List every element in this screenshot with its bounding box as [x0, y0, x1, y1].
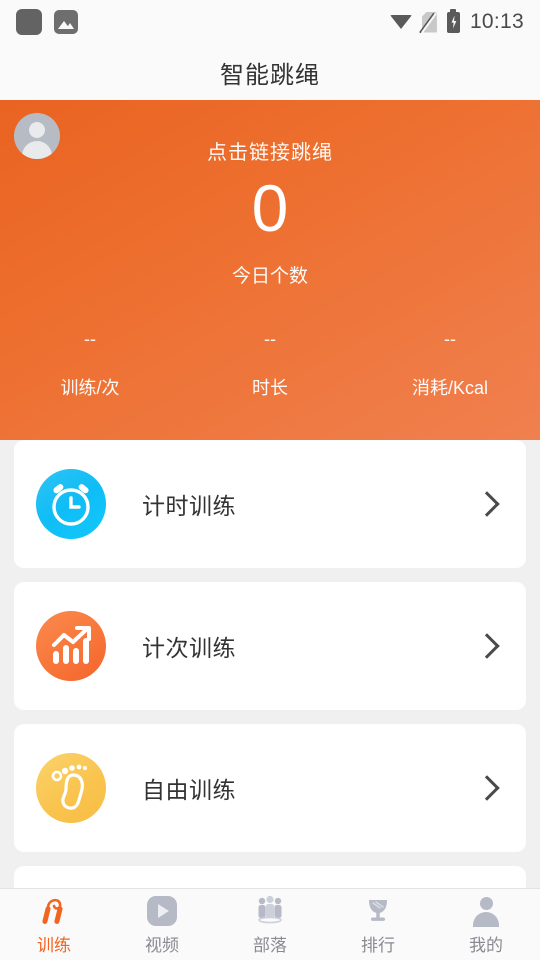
people-group-icon [253, 894, 287, 928]
training-card-count[interactable]: 计次训练 [14, 582, 526, 710]
status-bar-right: 10:13 [389, 8, 524, 34]
bottom-nav[interactable]: 训练 视频 部落 排行 我的 [0, 888, 540, 960]
wifi-icon [389, 14, 412, 30]
nav-item-mine[interactable]: 我的 [432, 894, 540, 956]
training-card-next-partial[interactable] [14, 866, 526, 888]
status-bar-clock: 10:13 [469, 10, 524, 33]
status-bar-left [16, 9, 78, 35]
trophy-icon [361, 894, 395, 928]
play-icon [145, 894, 179, 928]
stat-duration: -- 时长 [180, 330, 360, 400]
footprint-icon [36, 753, 106, 823]
connect-rope-link[interactable]: 点击链接跳绳 [0, 100, 540, 165]
jump-rope-icon [37, 894, 71, 928]
today-count-label: 今日个数 [231, 265, 308, 287]
chevron-right-icon[interactable] [474, 491, 500, 517]
stat-calories-label: 消耗/Kcal [411, 378, 489, 398]
nav-item-training[interactable]: 训练 [0, 894, 108, 956]
training-card-count-label: 计次训练 [142, 635, 236, 661]
alarm-clock-icon [36, 469, 106, 539]
stat-calories: -- 消耗/Kcal [360, 330, 540, 400]
nav-item-ranking-label: 排行 [361, 935, 395, 955]
no-sim-icon [419, 11, 437, 33]
training-card-free[interactable]: 自由训练 [14, 724, 526, 852]
nav-item-ranking[interactable]: 排行 [324, 894, 432, 956]
stat-duration-value: -- [264, 329, 276, 349]
page-title: 智能跳绳 [220, 61, 320, 89]
nav-item-mine-label: 我的 [469, 935, 503, 955]
chevron-right-icon[interactable] [474, 775, 500, 801]
nav-item-training-label: 训练 [37, 935, 71, 955]
bar-chart-trend-icon [36, 611, 106, 681]
training-card-timed[interactable]: 计时训练 [14, 440, 526, 568]
nav-item-tribe[interactable]: 部落 [216, 894, 324, 956]
stat-trainings-label: 训练/次 [60, 378, 120, 398]
app-square-icon [16, 9, 42, 35]
stat-duration-label: 时长 [252, 378, 288, 398]
status-bar: 10:13 [0, 0, 540, 44]
training-card-free-label: 自由训练 [142, 777, 236, 803]
person-icon [469, 894, 503, 928]
app-title-bar: 智能跳绳 [0, 44, 540, 100]
nav-item-video-label: 视频 [145, 935, 179, 955]
nav-item-tribe-label: 部落 [253, 935, 287, 955]
stats-row: -- 训练/次 -- 时长 -- 消耗/Kcal [0, 330, 540, 400]
training-card-timed-label: 计时训练 [142, 493, 236, 519]
stat-trainings-value: -- [84, 329, 96, 349]
today-count-value: 0 [251, 171, 289, 245]
chevron-right-icon[interactable] [474, 633, 500, 659]
nav-item-video[interactable]: 视频 [108, 894, 216, 956]
stat-trainings: -- 训练/次 [0, 330, 180, 400]
stat-calories-value: -- [444, 329, 456, 349]
battery-charging-icon [446, 8, 460, 33]
summary-header: 点击链接跳绳 0 今日个数 -- 训练/次 -- 时长 -- 消耗/Kcal [0, 100, 540, 440]
training-list[interactable]: 计时训练 计次训练 自由训练 [0, 440, 540, 888]
image-icon [54, 10, 78, 34]
